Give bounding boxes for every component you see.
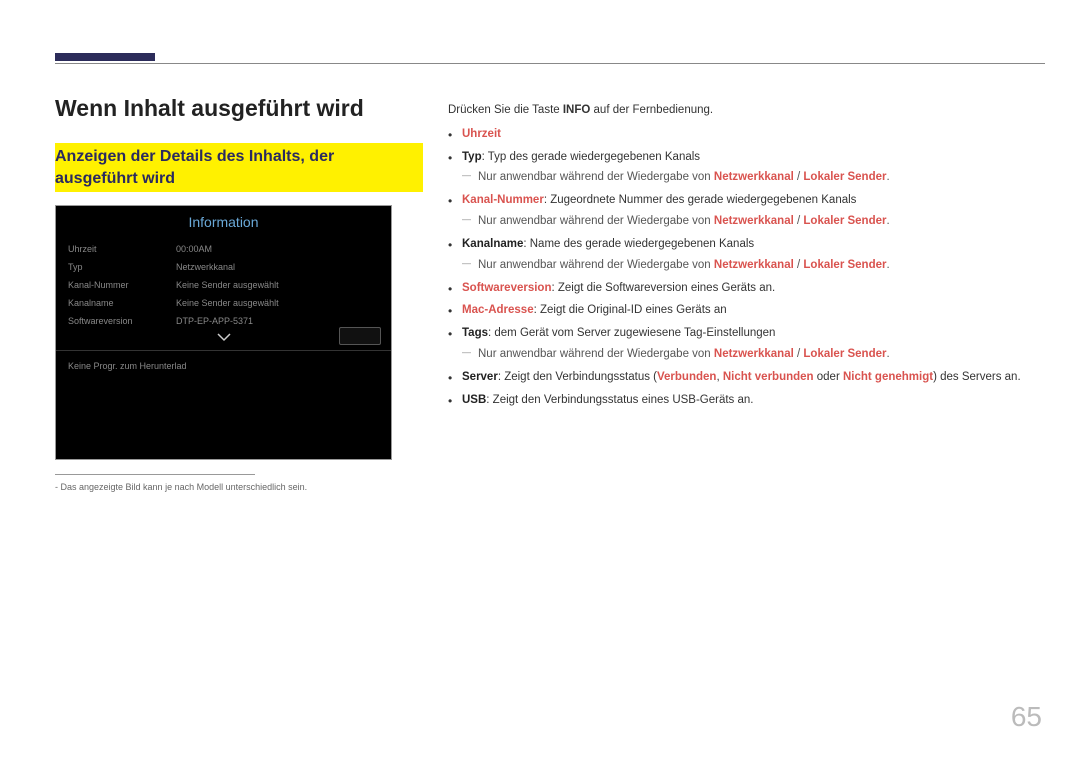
section-subtitle: Anzeigen der Details des Inhalts, der au…: [55, 143, 423, 192]
label-usb: USB: [462, 394, 486, 406]
desc-swver: : Zeigt die Softwareversion eines Geräts…: [551, 282, 775, 294]
info-screenshot: Information Uhrzeit 00:00AM Typ Netzwerk…: [55, 205, 392, 460]
label-mac: Mac-Adresse: [462, 304, 534, 316]
desc-kanalname: : Name des gerade wiedergegebenen Kanals: [523, 238, 754, 250]
bullet-uhrzeit: Uhrzeit: [462, 126, 1028, 144]
bullet-swver: Softwareversion: Zeigt die Softwareversi…: [462, 280, 1028, 298]
note-prefix: Nur anwendbar während der Wiedergabe von: [478, 215, 714, 227]
info-label: Softwareversion: [68, 316, 176, 326]
note-link2: Lokaler Sender: [803, 171, 886, 183]
intro-bold: INFO: [563, 104, 590, 116]
note-link2: Lokaler Sender: [803, 259, 886, 271]
note-end: .: [886, 348, 889, 360]
screenshot-title: Information: [56, 206, 391, 240]
chevron-down-icon: [217, 332, 231, 342]
note-link1: Netzwerkkanal: [714, 348, 794, 360]
server-v3: Nicht genehmigt: [843, 371, 933, 383]
download-message: Keine Progr. zum Herunterlad: [56, 353, 391, 379]
note-link1: Netzwerkkanal: [714, 259, 794, 271]
desc-usb: : Zeigt den Verbindungsstatus eines USB-…: [486, 394, 753, 406]
info-row: Kanal-Nummer Keine Sender ausgewählt: [56, 276, 391, 294]
label-kanalname: Kanalname: [462, 238, 523, 250]
note-kanalnummer: Nur anwendbar während der Wiedergabe von…: [478, 213, 1028, 231]
bullet-list: Uhrzeit Typ: Typ des gerade wiedergegebe…: [448, 126, 1028, 410]
label-uhrzeit: Uhrzeit: [462, 128, 501, 140]
bullet-tags: Tags: dem Gerät vom Server zugewiesene T…: [462, 325, 1028, 364]
note-link1: Netzwerkkanal: [714, 215, 794, 227]
desc-tags: : dem Gerät vom Server zugewiesene Tag-E…: [488, 327, 775, 339]
info-value: Keine Sender ausgewählt: [176, 298, 279, 308]
info-label: Typ: [68, 262, 176, 272]
description-column: Drücken Sie die Taste INFO auf der Fernb…: [448, 102, 1028, 414]
info-value: Netzwerkkanal: [176, 262, 235, 272]
info-label: Kanalname: [68, 298, 176, 308]
info-value: DTP-EP-APP-5371: [176, 316, 253, 326]
scroll-indicator: [56, 330, 391, 348]
note-sep: /: [794, 259, 804, 271]
note-link1: Netzwerkkanal: [714, 171, 794, 183]
label-kanalnummer: Kanal-Nummer: [462, 194, 544, 206]
footnote-rule: [55, 474, 255, 475]
info-value: 00:00AM: [176, 244, 212, 254]
desc-server-1: : Zeigt den Verbindungsstatus (: [498, 371, 657, 383]
server-v1: Verbunden: [657, 371, 716, 383]
desc-mac: : Zeigt die Original-ID eines Geräts an: [534, 304, 727, 316]
desc-server-2: oder: [814, 371, 843, 383]
page-title: Wenn Inhalt ausgeführt wird: [55, 95, 364, 122]
info-label: Kanal-Nummer: [68, 280, 176, 290]
info-value: Keine Sender ausgewählt: [176, 280, 279, 290]
note-prefix: Nur anwendbar während der Wiedergabe von: [478, 259, 714, 271]
footnote: Das angezeigte Bild kann je nach Modell …: [55, 482, 307, 492]
note-sep: /: [794, 215, 804, 227]
note-end: .: [886, 259, 889, 271]
note-end: .: [886, 171, 889, 183]
header-accent-bar: [55, 53, 155, 61]
note-link2: Lokaler Sender: [803, 348, 886, 360]
page-number: 65: [1011, 701, 1042, 733]
info-row: Kanalname Keine Sender ausgewählt: [56, 294, 391, 312]
note-end: .: [886, 215, 889, 227]
header-rule: [55, 63, 1045, 64]
label-typ: Typ: [462, 151, 482, 163]
info-label: Uhrzeit: [68, 244, 176, 254]
note-sep: /: [794, 171, 804, 183]
intro-post: auf der Fernbedienung.: [590, 104, 713, 116]
info-row: Typ Netzwerkkanal: [56, 258, 391, 276]
label-swver: Softwareversion: [462, 282, 551, 294]
label-tags: Tags: [462, 327, 488, 339]
bullet-server: Server: Zeigt den Verbindungsstatus (Ver…: [462, 369, 1028, 387]
ok-button-graphic: [339, 327, 381, 345]
note-prefix: Nur anwendbar während der Wiedergabe von: [478, 171, 714, 183]
info-row: Uhrzeit 00:00AM: [56, 240, 391, 258]
label-server: Server: [462, 371, 498, 383]
server-v2: Nicht verbunden: [723, 371, 814, 383]
note-link2: Lokaler Sender: [803, 215, 886, 227]
note-kanalname: Nur anwendbar während der Wiedergabe von…: [478, 257, 1028, 275]
bullet-mac: Mac-Adresse: Zeigt die Original-ID eines…: [462, 302, 1028, 320]
divider: [56, 350, 391, 351]
desc-typ: : Typ des gerade wiedergegebenen Kanals: [482, 151, 700, 163]
bullet-usb: USB: Zeigt den Verbindungsstatus eines U…: [462, 392, 1028, 410]
intro-pre: Drücken Sie die Taste: [448, 104, 563, 116]
bullet-kanalname: Kanalname: Name des gerade wiedergegeben…: [462, 236, 1028, 275]
desc-server-3: ) des Servers an.: [933, 371, 1021, 383]
note-prefix: Nur anwendbar während der Wiedergabe von: [478, 348, 714, 360]
note-typ: Nur anwendbar während der Wiedergabe von…: [478, 169, 1028, 187]
note-sep: /: [794, 348, 804, 360]
bullet-typ: Typ: Typ des gerade wiedergegebenen Kana…: [462, 149, 1028, 188]
desc-kanalnummer: : Zugeordnete Nummer des gerade wiederge…: [544, 194, 857, 206]
bullet-kanalnummer: Kanal-Nummer: Zugeordnete Nummer des ger…: [462, 192, 1028, 231]
intro-text: Drücken Sie die Taste INFO auf der Fernb…: [448, 102, 1028, 120]
note-tags: Nur anwendbar während der Wiedergabe von…: [478, 346, 1028, 364]
